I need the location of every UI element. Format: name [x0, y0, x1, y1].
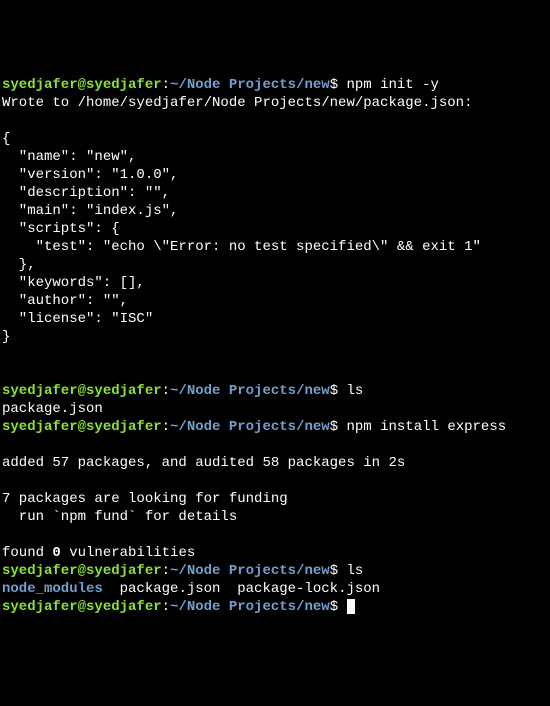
- ls-files: package.json package-lock.json: [103, 581, 380, 597]
- cursor-icon: [347, 599, 355, 614]
- output-line: {: [2, 131, 10, 147]
- output-line: "scripts": {: [2, 221, 120, 237]
- prompt-dollar: $: [330, 563, 347, 579]
- output-line: "description": "",: [2, 185, 170, 201]
- output-line: },: [2, 257, 36, 273]
- prompt-dollar: $: [330, 419, 347, 435]
- output-line: "author": "",: [2, 293, 128, 309]
- command-text: ls: [347, 563, 364, 579]
- command-text: ls: [347, 383, 364, 399]
- command-text: npm init -y: [347, 77, 439, 93]
- prompt-colon: :: [162, 599, 170, 615]
- output-text: vulnerabilities: [61, 545, 195, 561]
- prompt-user: syedjafer@syedjafer: [2, 563, 162, 579]
- output-line: 7 packages are looking for funding: [2, 491, 288, 507]
- prompt-colon: :: [162, 77, 170, 93]
- prompt-dollar: $: [330, 599, 347, 615]
- prompt-path: ~/Node Projects/new: [170, 77, 330, 93]
- prompt-path: ~/Node Projects/new: [170, 563, 330, 579]
- output-line: "test": "echo \"Error: no test specified…: [2, 239, 481, 255]
- prompt-path: ~/Node Projects/new: [170, 383, 330, 399]
- prompt-user: syedjafer@syedjafer: [2, 599, 162, 615]
- prompt-dollar: $: [330, 77, 347, 93]
- output-text: found: [2, 545, 52, 561]
- terminal[interactable]: syedjafer@syedjafer:~/Node Projects/new$…: [2, 76, 548, 616]
- output-line: }: [2, 329, 10, 345]
- vuln-count: 0: [52, 545, 60, 561]
- output-line: added 57 packages, and audited 58 packag…: [2, 455, 405, 471]
- output-line: Wrote to /home/syedjafer/Node Projects/n…: [2, 95, 472, 111]
- prompt-user: syedjafer@syedjafer: [2, 383, 162, 399]
- prompt-colon: :: [162, 383, 170, 399]
- prompt-user: syedjafer@syedjafer: [2, 419, 162, 435]
- ls-output: package.json: [2, 401, 103, 417]
- output-line: "license": "ISC": [2, 311, 153, 327]
- output-line: "version": "1.0.0",: [2, 167, 178, 183]
- prompt-user: syedjafer@syedjafer: [2, 77, 162, 93]
- prompt-dollar: $: [330, 383, 347, 399]
- prompt-path: ~/Node Projects/new: [170, 419, 330, 435]
- command-text: npm install express: [347, 419, 507, 435]
- output-line: run `npm fund` for details: [2, 509, 237, 525]
- prompt-path: ~/Node Projects/new: [170, 599, 330, 615]
- output-line: "name": "new",: [2, 149, 136, 165]
- ls-dir: node_modules: [2, 581, 103, 597]
- prompt-colon: :: [162, 419, 170, 435]
- output-line: "keywords": [],: [2, 275, 145, 291]
- output-line: "main": "index.js",: [2, 203, 178, 219]
- prompt-colon: :: [162, 563, 170, 579]
